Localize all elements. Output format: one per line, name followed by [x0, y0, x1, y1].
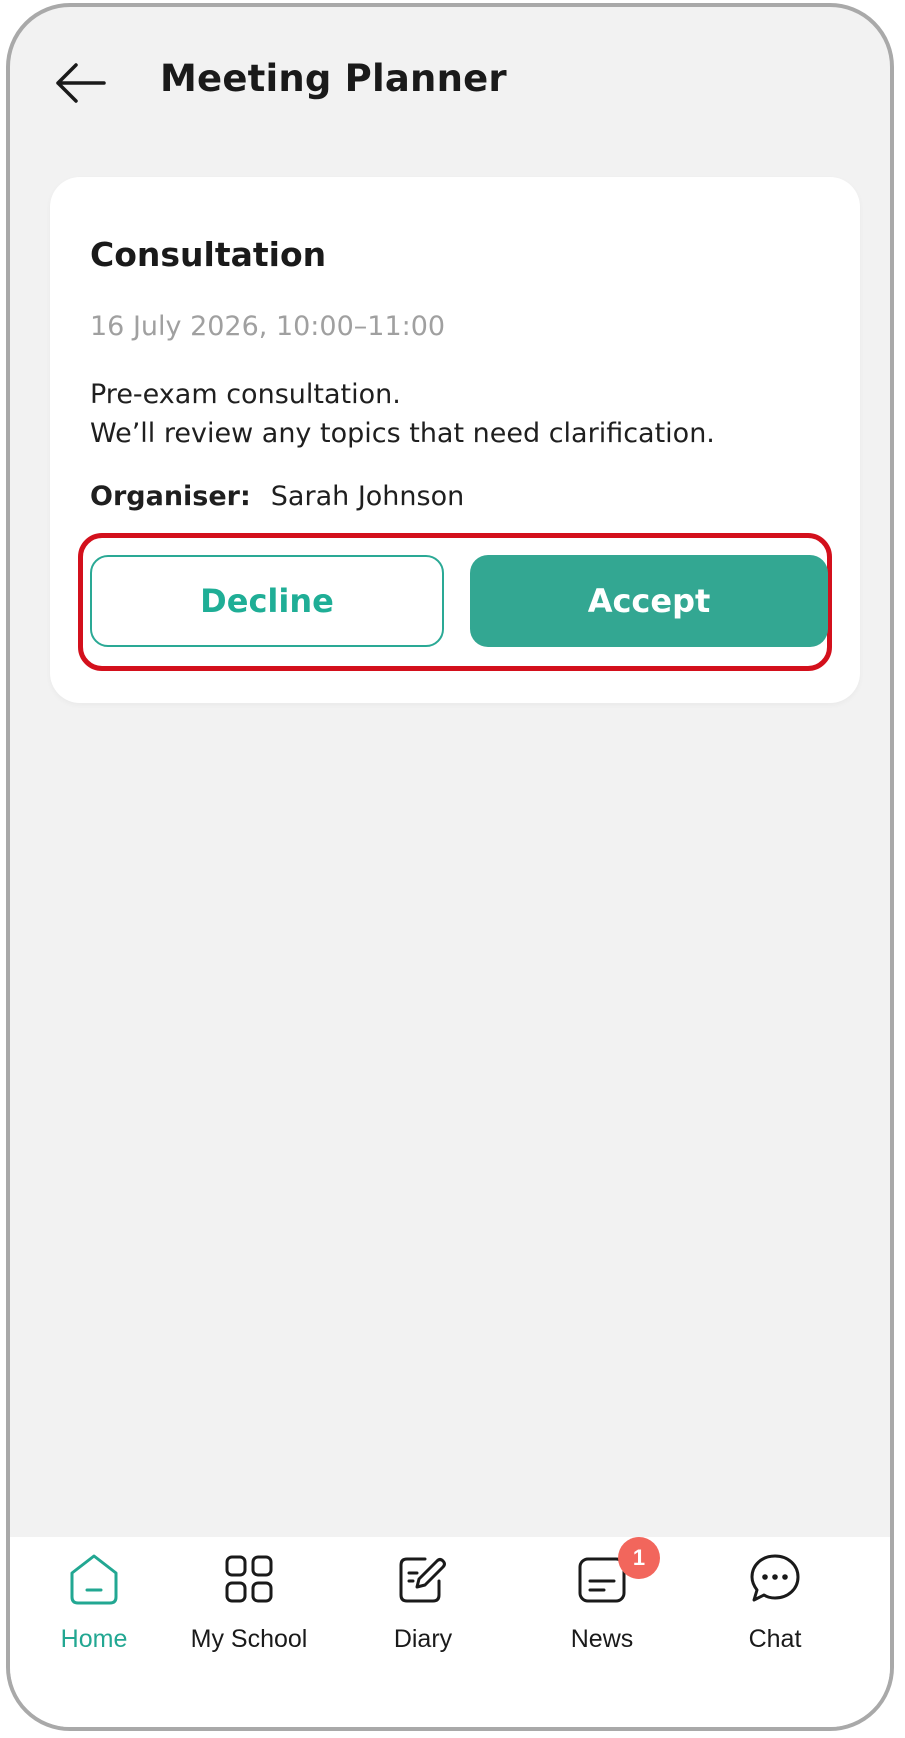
back-button[interactable] — [54, 59, 110, 107]
nav-label-news: News — [570, 1625, 634, 1653]
arrow-left-icon — [56, 63, 106, 103]
decline-button[interactable]: Decline — [90, 555, 444, 647]
nav-item-news[interactable]: 1 News — [527, 1537, 677, 1671]
meeting-description-line-2: We’ll review any topics that need clarif… — [90, 418, 715, 449]
nav-item-home[interactable]: Home — [19, 1551, 169, 1671]
nav-item-diary[interactable]: Diary — [348, 1551, 498, 1671]
bottom-navigation: Home My School Diary 1 News Chat — [10, 1537, 890, 1727]
nav-label-my-school: My School — [190, 1625, 308, 1653]
nav-label-chat: Chat — [748, 1625, 802, 1653]
page-title: Meeting Planner — [160, 57, 507, 100]
nav-item-my-school[interactable]: My School — [174, 1551, 324, 1671]
nav-label-diary: Diary — [393, 1625, 453, 1653]
organiser-label: Organiser: — [90, 481, 251, 512]
diary-icon — [399, 1557, 446, 1603]
nav-label-home: Home — [60, 1625, 128, 1653]
meeting-card: Consultation 16 July 2026, 10:00–11:00 P… — [50, 177, 860, 703]
organiser-row: Organiser: Sarah Johnson — [90, 481, 464, 512]
chat-icon — [750, 1554, 800, 1602]
phone-frame: Meeting Planner Consultation 16 July 202… — [6, 3, 894, 1731]
accept-button[interactable]: Accept — [470, 555, 828, 647]
home-icon — [70, 1554, 118, 1605]
nav-item-chat[interactable]: Chat — [700, 1551, 850, 1671]
meeting-date: 16 July 2026, 10:00–11:00 — [90, 311, 446, 342]
app-header: Meeting Planner — [10, 7, 890, 157]
meeting-title: Consultation — [90, 235, 327, 274]
meeting-description-line-1: Pre-exam consultation. — [90, 379, 401, 410]
grid-icon — [225, 1555, 273, 1603]
meeting-description: Pre-exam consultation. We’ll review any … — [90, 375, 715, 453]
news-badge: 1 — [618, 1537, 660, 1579]
organiser-name: Sarah Johnson — [270, 481, 465, 512]
